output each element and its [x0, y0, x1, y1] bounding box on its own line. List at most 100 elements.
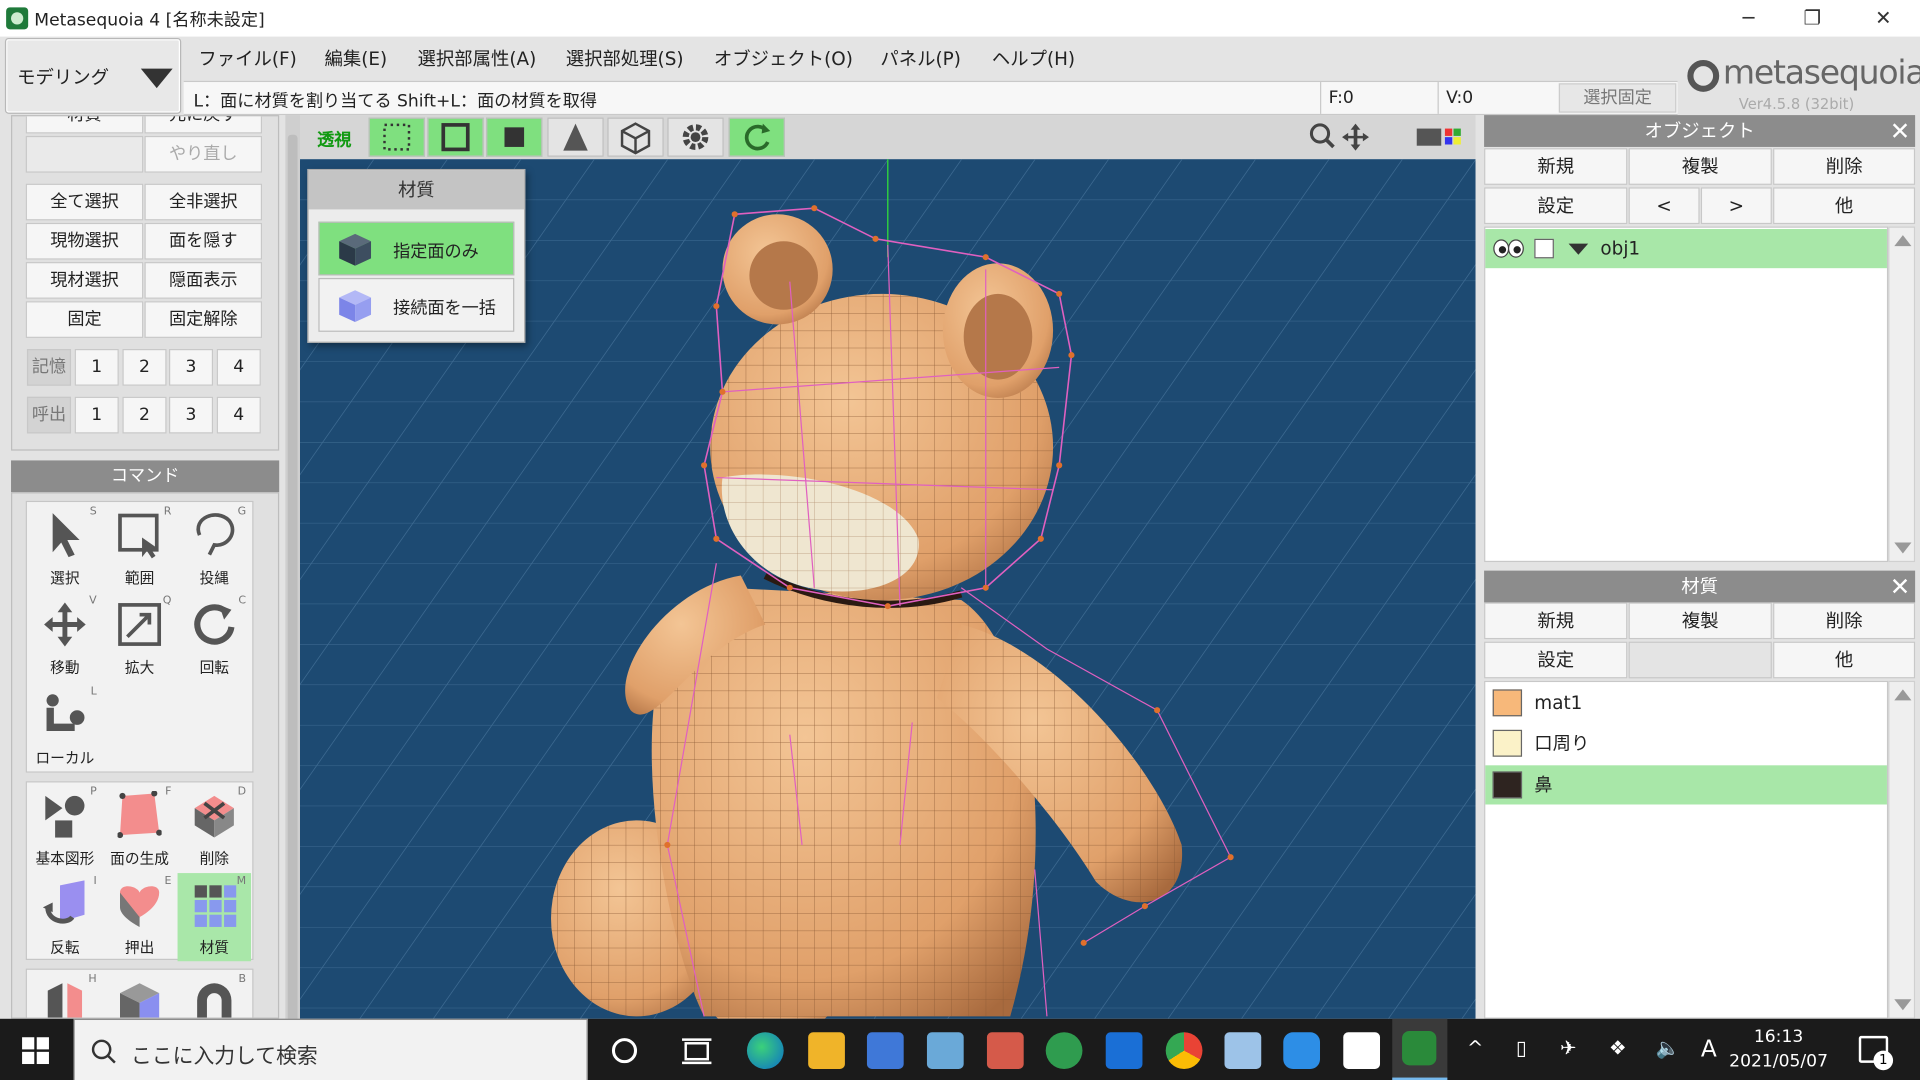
recall-slot-3[interactable]: 3: [168, 396, 214, 434]
material-list-scrollbar[interactable]: [1888, 680, 1916, 1019]
outlook-icon[interactable]: [1105, 1032, 1143, 1069]
cmd-rotate[interactable]: C 回転: [178, 593, 251, 681]
material-settings-button[interactable]: 設定: [1484, 641, 1628, 679]
network-icon[interactable]: ✈: [1560, 1036, 1576, 1059]
chrome-icon[interactable]: [1165, 1032, 1203, 1069]
dropbox-tray-icon[interactable]: ❖: [1609, 1036, 1627, 1059]
mode-dropdown[interactable]: モデリング: [4, 37, 182, 114]
app-window-icon[interactable]: [926, 1032, 964, 1069]
material-delete-button[interactable]: 削除: [1773, 602, 1916, 640]
teamviewer-icon[interactable]: [1283, 1032, 1321, 1069]
memory-slot-4[interactable]: 4: [216, 348, 261, 386]
taskbar-search[interactable]: ここに入力して検索: [73, 1018, 588, 1080]
toggle-wireframe[interactable]: [607, 117, 664, 157]
lock-button[interactable]: 固定: [25, 301, 144, 338]
display-layout-icon[interactable]: [1414, 125, 1473, 149]
dropbox-icon[interactable]: [1343, 1032, 1381, 1069]
volume-icon[interactable]: 🔈: [1656, 1036, 1680, 1059]
assign-selected-faces-button[interactable]: 指定面のみ: [318, 221, 515, 276]
toggle-edge[interactable]: [427, 117, 484, 157]
cmd-scale[interactable]: Q 拡大: [103, 593, 176, 681]
cmd-magnet[interactable]: B: [178, 971, 251, 1018]
close-icon[interactable]: ✕: [1890, 115, 1911, 147]
select-material-button[interactable]: 現材選択: [25, 262, 144, 299]
object-delete-button[interactable]: 削除: [1773, 148, 1916, 185]
recall-slot-4[interactable]: 4: [216, 396, 261, 434]
toggle-shading[interactable]: [547, 117, 604, 157]
recall-slot-1[interactable]: 1: [74, 396, 119, 434]
cmd-knife[interactable]: H: [28, 971, 101, 1018]
cmd-delete[interactable]: D 削除: [178, 784, 251, 872]
assign-connected-faces-button[interactable]: 接続面を一括: [318, 277, 515, 332]
image-editor-icon[interactable]: [986, 1032, 1024, 1069]
menu-selection-attribute[interactable]: 選択部属性(A): [418, 45, 537, 71]
settings-button[interactable]: [667, 117, 724, 157]
hide-faces-button[interactable]: 面を隠す: [144, 222, 263, 260]
toggle-vertex[interactable]: [368, 117, 425, 157]
material-duplicate-button[interactable]: 複製: [1628, 602, 1772, 640]
store-icon[interactable]: [866, 1032, 904, 1069]
cmd-material[interactable]: M 材質: [177, 873, 252, 962]
material-more-button[interactable]: 他: [1773, 641, 1916, 679]
undo-button[interactable]: 元に戻す: [144, 116, 263, 134]
object-list-scrollbar[interactable]: [1888, 226, 1916, 563]
menu-object[interactable]: オブジェクト(O): [714, 45, 853, 71]
minimize-button[interactable]: ─: [1714, 0, 1783, 37]
device-icon[interactable]: ▯: [1516, 1036, 1527, 1059]
perspective-toggle[interactable]: 透視: [317, 127, 351, 151]
select-lock-button[interactable]: 選択固定: [1558, 83, 1677, 113]
deselect-all-button[interactable]: 全非選択: [144, 183, 263, 221]
cmd-range[interactable]: R 範囲: [103, 503, 176, 591]
scroll-up-icon[interactable]: [1894, 235, 1912, 247]
menu-selection-process[interactable]: 選択部処理(S): [566, 45, 684, 71]
menu-edit[interactable]: 編集(E): [324, 45, 387, 71]
visibility-eye-icon[interactable]: [1493, 239, 1525, 259]
select-object-button[interactable]: 現物選択: [25, 222, 144, 260]
memory-slot-1[interactable]: 1: [74, 348, 119, 386]
scroll-down-icon[interactable]: [1894, 542, 1912, 554]
windows-start-icon[interactable]: [22, 1037, 49, 1065]
cmd-extrude[interactable]: E 押出: [103, 873, 176, 961]
cmd-move[interactable]: V 移動: [28, 593, 101, 681]
photos-icon[interactable]: [1224, 1032, 1262, 1069]
object-settings-button[interactable]: 設定: [1484, 187, 1628, 225]
cmd-cube[interactable]: [103, 971, 176, 1018]
excel-icon[interactable]: [1045, 1032, 1083, 1069]
object-duplicate-button[interactable]: 複製: [1628, 148, 1772, 185]
taskbar-clock[interactable]: 16:13 2021/05/07: [1720, 1025, 1836, 1074]
object-prev-button[interactable]: <: [1628, 187, 1700, 225]
restore-button[interactable]: ❐: [1778, 0, 1847, 37]
cmd-primitive[interactable]: P 基本図形: [28, 784, 101, 872]
tray-chevron-icon[interactable]: ^: [1467, 1036, 1483, 1059]
scroll-thumb[interactable]: [287, 134, 298, 1080]
select-all-button[interactable]: 全て選択: [25, 183, 144, 221]
memory-slot-2[interactable]: 2: [122, 348, 167, 386]
file-explorer-icon[interactable]: [808, 1032, 845, 1069]
expand-triangle-icon[interactable]: [1568, 243, 1589, 255]
close-icon[interactable]: ✕: [1890, 571, 1911, 603]
cmd-lasso[interactable]: G 投縄: [178, 503, 251, 591]
object-next-button[interactable]: >: [1700, 187, 1772, 225]
show-hidden-button[interactable]: 隠面表示: [144, 262, 263, 299]
object-new-button[interactable]: 新規: [1484, 148, 1628, 185]
material-partial-button[interactable]: 材質: [25, 116, 144, 134]
metasequoia-taskbar-button[interactable]: [1392, 1018, 1448, 1080]
cmd-select[interactable]: S 選択: [28, 503, 101, 591]
lock-checkbox[interactable]: [1534, 238, 1554, 259]
menu-file[interactable]: ファイル(F): [198, 45, 296, 71]
toggle-face[interactable]: [486, 117, 543, 157]
list-item[interactable]: obj1: [1485, 228, 1887, 269]
refresh-button[interactable]: [728, 117, 785, 157]
close-button[interactable]: ✕: [1849, 0, 1918, 37]
cmd-local[interactable]: L ローカル: [28, 683, 101, 771]
ime-indicator[interactable]: A: [1701, 1036, 1717, 1063]
list-item[interactable]: mat1: [1485, 683, 1887, 722]
menu-panel[interactable]: パネル(P): [880, 45, 961, 71]
redo-button[interactable]: やり直し: [144, 135, 263, 173]
material-new-button[interactable]: 新規: [1484, 602, 1628, 640]
task-view-icon[interactable]: [681, 1036, 713, 1065]
panel-scrollbar[interactable]: [285, 115, 301, 1080]
cmd-create-face[interactable]: F 面の生成: [103, 784, 176, 872]
recall-slot-2[interactable]: 2: [122, 396, 167, 434]
list-item[interactable]: 口周り: [1485, 724, 1887, 763]
